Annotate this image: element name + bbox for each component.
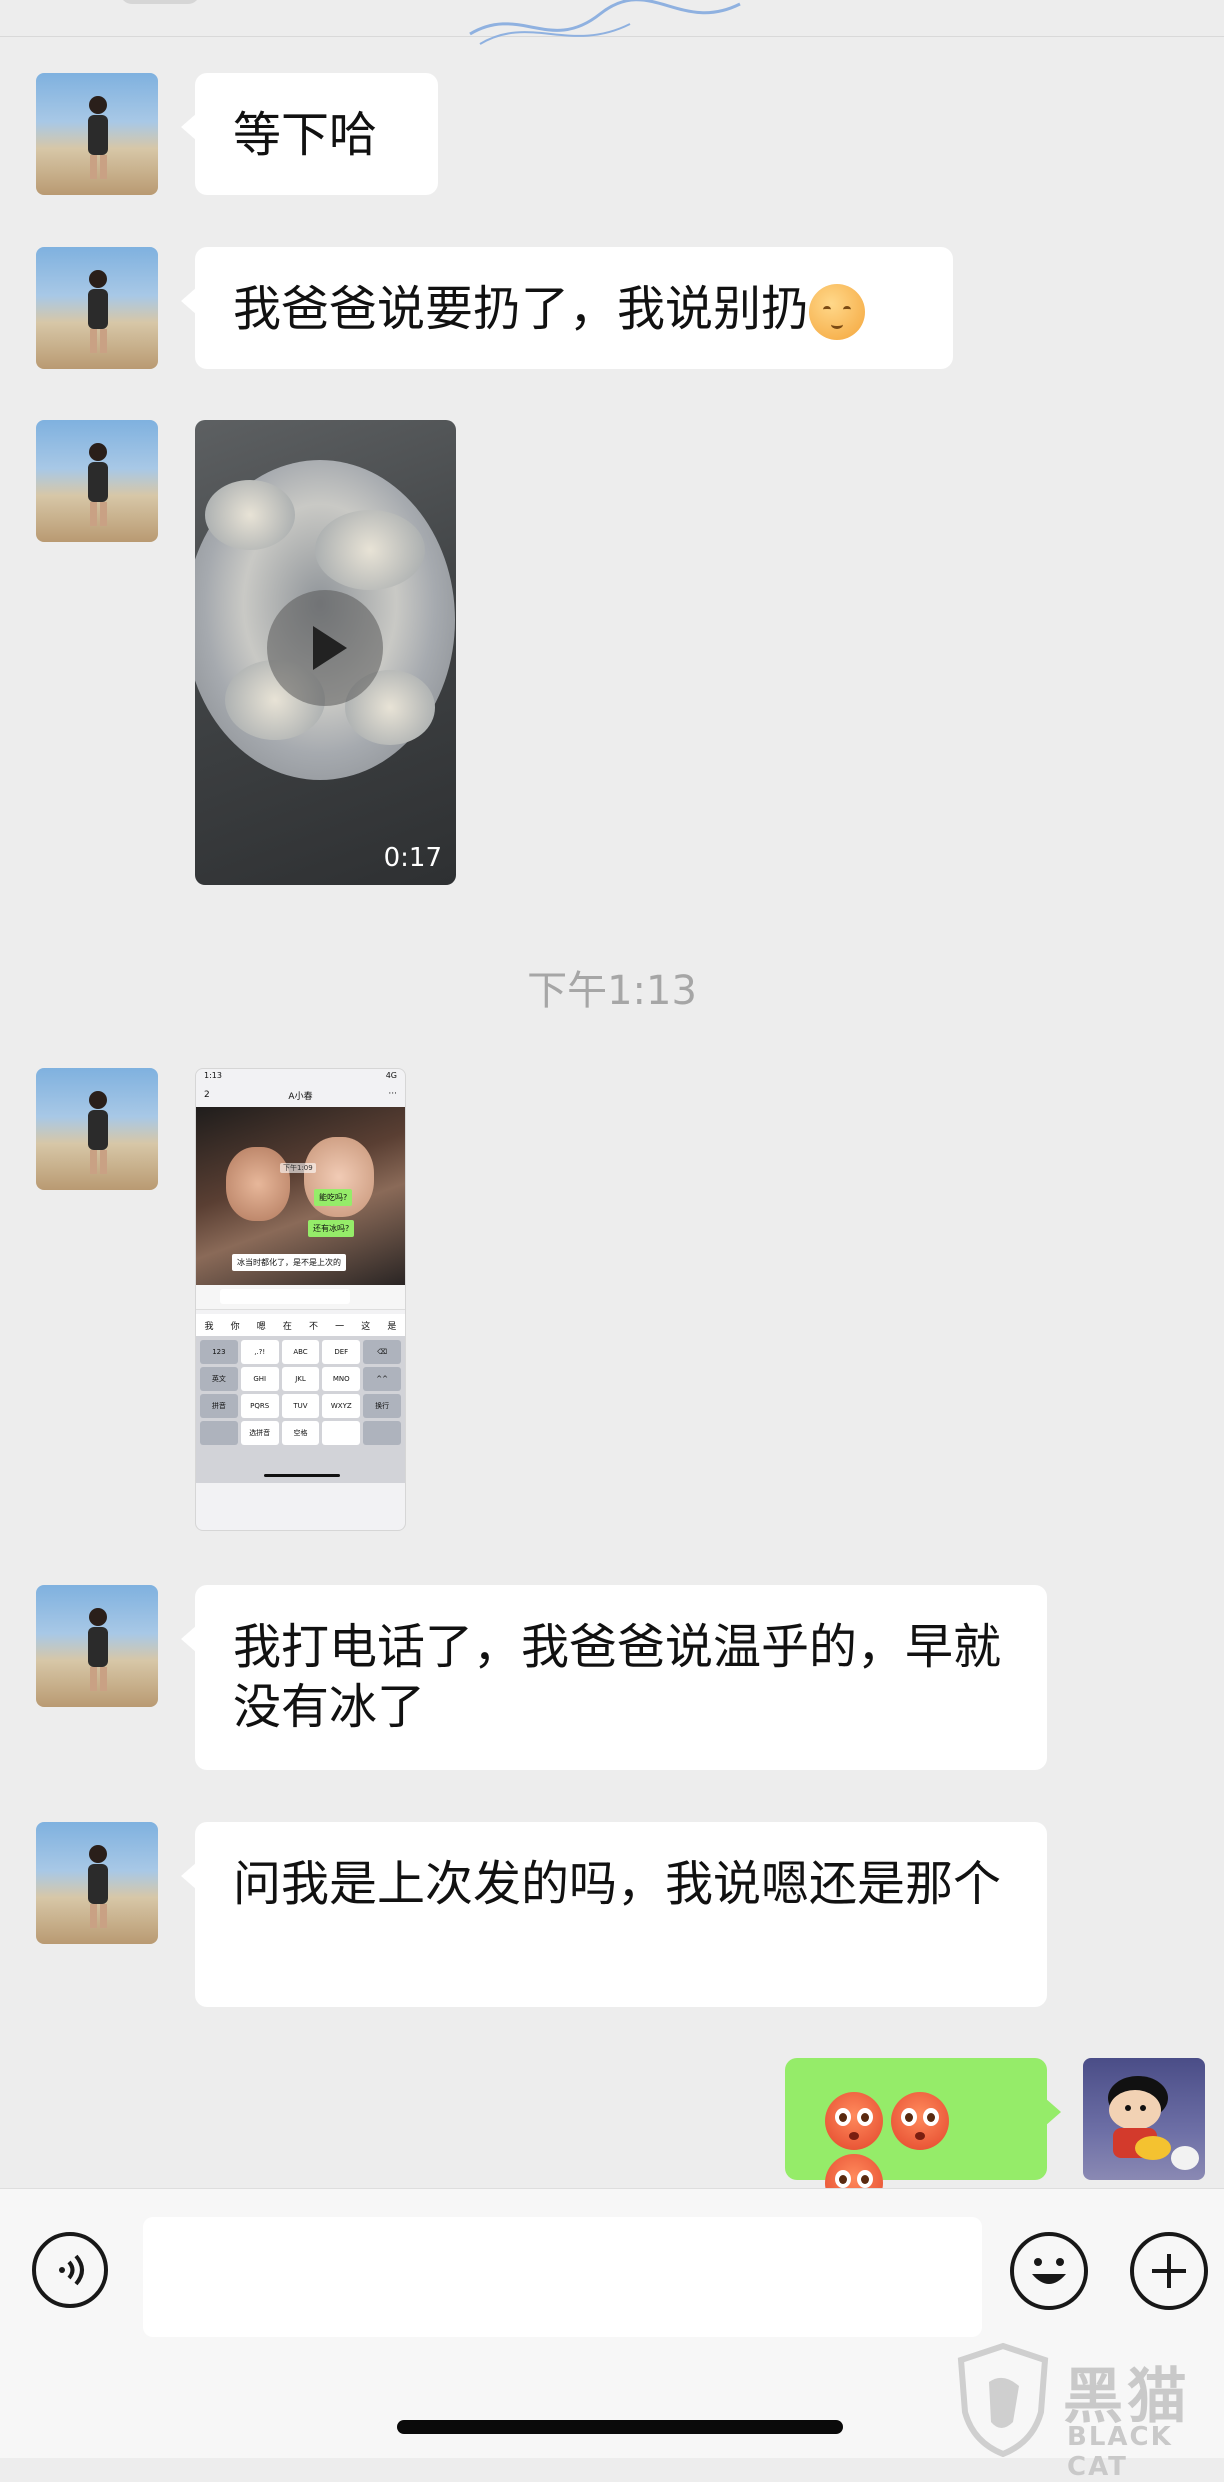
key: MNO xyxy=(322,1367,361,1391)
message-bubble[interactable]: 我爸爸说要扔了，我说别扔 xyxy=(181,247,953,369)
candidate: 一 xyxy=(335,1321,345,1332)
image-message[interactable]: 1:13 4G 2 A小春 ··· 下午1:09 能吃吗? 还有冰吗? 冰当时都… xyxy=(195,1068,406,1531)
candidate: 在 xyxy=(282,1321,292,1332)
my-message-bubble[interactable] xyxy=(785,2058,1061,2212)
cartoon-avatar-figure xyxy=(1108,2076,1199,2170)
key: JKL xyxy=(281,1367,320,1391)
flushed-face-icon xyxy=(825,2092,883,2150)
screenshot-bubble: 还有冰吗? xyxy=(308,1220,355,1237)
video-message[interactable]: 0:17 xyxy=(195,420,456,885)
screenshot-bottom xyxy=(196,1449,405,1483)
my-avatar[interactable] xyxy=(1083,2058,1205,2180)
message-bubble[interactable]: 我打电话了，我爸爸说温乎的，早就没有冰了 xyxy=(181,1585,1047,1770)
chat-timestamp: 下午1:13 xyxy=(527,968,697,1014)
message-text: 我爸爸说要扔了，我说别扔 xyxy=(233,281,810,337)
screenshot-candidates: 我 你 嗯 在 不 一 这 是 xyxy=(196,1314,405,1336)
candidate: 你 xyxy=(230,1321,240,1332)
candidate: 这 xyxy=(361,1321,371,1332)
screenshot-time-label: 下午1:09 xyxy=(280,1163,316,1173)
key: 换行 xyxy=(363,1394,401,1418)
screenshot-more: ··· xyxy=(388,1089,397,1099)
screenshot-signal: 4G xyxy=(385,1071,397,1080)
message-bubble[interactable]: 问我是上次发的吗，我说嗯还是那个 xyxy=(181,1822,1047,2007)
key xyxy=(200,1421,238,1445)
person-figure xyxy=(88,1091,108,1174)
contact-avatar[interactable] xyxy=(36,247,158,369)
flushed-face-icon xyxy=(891,2092,949,2150)
candidate: 是 xyxy=(387,1321,397,1332)
person-figure xyxy=(88,443,108,526)
video-thumbnail-crab xyxy=(315,510,425,590)
person-figure xyxy=(88,270,108,353)
screenshot-chat-title: A小春 xyxy=(288,1092,313,1102)
screenshot-face xyxy=(226,1147,290,1221)
screenshot-bubble: 能吃吗? xyxy=(314,1189,353,1206)
candidate: 嗯 xyxy=(256,1321,266,1332)
key: 空格 xyxy=(281,1421,320,1445)
candidate: 不 xyxy=(309,1321,319,1332)
emoji-icon[interactable] xyxy=(1010,2232,1088,2310)
message-bubble[interactable]: 等下哈 xyxy=(181,73,438,195)
message-text: 我打电话了，我爸爸说温乎的，早就没有冰了 xyxy=(233,1619,1002,1735)
key: PQRS xyxy=(240,1394,279,1418)
key: ⌫ xyxy=(363,1340,401,1364)
screenshot-status-bar: 1:13 4G xyxy=(196,1069,405,1089)
home-indicator[interactable] xyxy=(397,2420,843,2434)
key xyxy=(363,1421,401,1445)
contact-avatar[interactable] xyxy=(36,1068,158,1190)
key: 英文 xyxy=(200,1367,238,1391)
watermark-shield-icon xyxy=(957,2342,1049,2457)
key: ,.?! xyxy=(240,1340,279,1364)
key: 选拼音 xyxy=(240,1421,279,1445)
key: DEF xyxy=(322,1340,361,1364)
screenshot-photo: 下午1:09 能吃吗? 还有冰吗? 冰当时都化了，是不是上次的 xyxy=(196,1107,405,1285)
candidate: 我 xyxy=(204,1321,214,1332)
scribble-decoration xyxy=(469,0,741,45)
message-input[interactable] xyxy=(143,2217,982,2337)
screenshot-bubble: 冰当时都化了，是不是上次的 xyxy=(232,1254,346,1271)
screenshot-keyboard: 123 ,.?! ABC DEF ⌫ 英文 GHI JKL MNO ^^ 拼音 … xyxy=(196,1336,405,1449)
key: GHI xyxy=(240,1367,279,1391)
play-icon[interactable] xyxy=(267,590,383,706)
contact-avatar[interactable] xyxy=(36,420,158,542)
contact-avatar[interactable] xyxy=(36,1585,158,1707)
contact-avatar[interactable] xyxy=(36,73,158,195)
person-figure xyxy=(88,96,108,179)
screenshot-time: 1:13 xyxy=(204,1071,222,1080)
video-thumbnail-crab xyxy=(205,480,295,550)
top-strip xyxy=(0,0,1224,45)
screenshot-nav: 2 A小春 ··· xyxy=(196,1089,405,1107)
key: 123 xyxy=(200,1340,238,1364)
watermark-en: BLACK CAT xyxy=(1067,2422,1173,2482)
contact-avatar[interactable] xyxy=(36,1822,158,1944)
video-duration: 0:17 xyxy=(383,843,442,873)
key: 拼音 xyxy=(200,1394,238,1418)
key: WXYZ xyxy=(322,1394,361,1418)
voice-icon[interactable] xyxy=(32,2232,108,2308)
key: ^^ xyxy=(363,1367,401,1391)
top-pill xyxy=(120,0,200,4)
message-text: 问我是上次发的吗，我说嗯还是那个 xyxy=(233,1856,1002,1912)
key: ABC xyxy=(281,1340,320,1364)
plus-icon[interactable] xyxy=(1130,2232,1208,2310)
person-figure xyxy=(88,1608,108,1691)
key xyxy=(322,1421,361,1445)
person-figure xyxy=(88,1845,108,1928)
smiling-face-icon xyxy=(809,284,866,340)
screenshot-input xyxy=(196,1285,405,1310)
key: TUV xyxy=(281,1394,320,1418)
screenshot-back-count: 2 xyxy=(204,1090,210,1100)
watermark: 黑猫 BLACK CAT xyxy=(953,2342,1224,2482)
message-text: 等下哈 xyxy=(233,107,378,163)
